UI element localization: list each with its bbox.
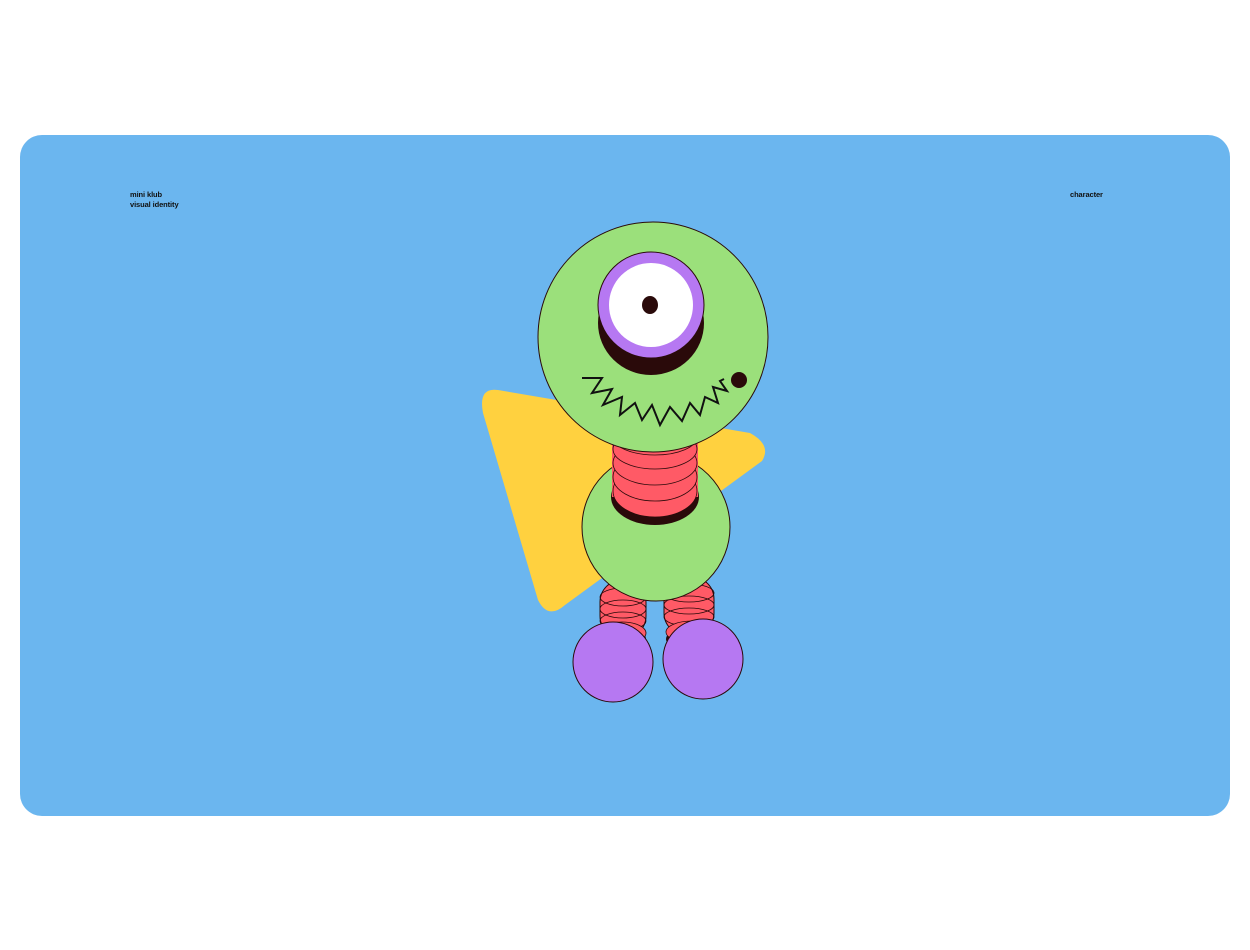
eye-icon [597, 251, 705, 375]
hero-card: mini klub visual identity character [20, 135, 1230, 816]
left-foot [572, 621, 654, 703]
cheek-dot [731, 372, 747, 388]
right-foot [662, 618, 744, 700]
monster-character-illustration [482, 221, 769, 703]
